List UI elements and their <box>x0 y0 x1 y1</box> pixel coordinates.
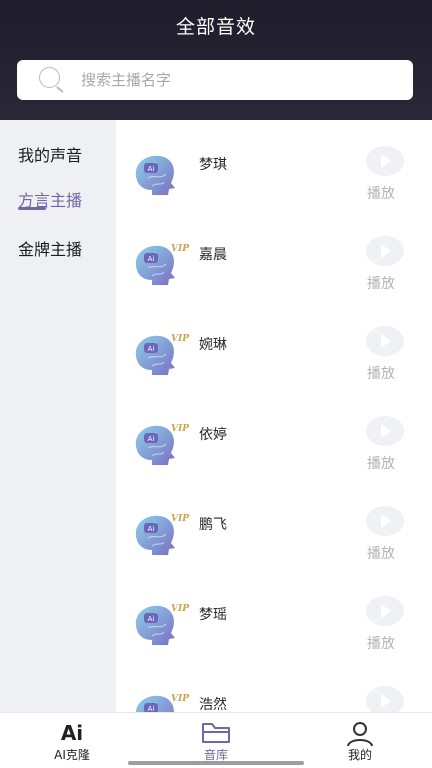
voice-avatar: Ai VIP <box>130 330 190 378</box>
play-icon[interactable] <box>366 686 404 712</box>
home-indicator <box>128 761 304 765</box>
svg-text:Ai: Ai <box>148 435 155 443</box>
play-label[interactable]: 播放 <box>367 453 395 473</box>
play-icon[interactable] <box>366 416 404 446</box>
search-input[interactable] <box>81 71 381 89</box>
bottom-tab-bar: Ai AI克隆 音库 我的 <box>0 712 432 768</box>
vip-badge: VIP <box>171 244 189 254</box>
page-title: 全部音效 <box>175 16 256 38</box>
svg-text:Ai: Ai <box>148 615 155 623</box>
sidebar-item-my-voices[interactable]: 我的声音 <box>18 142 82 166</box>
tab-label: AI克隆 <box>54 748 90 762</box>
voice-name: 嘉晨 <box>199 247 227 263</box>
svg-text:Ai: Ai <box>148 165 155 173</box>
search-icon <box>39 67 65 93</box>
voice-name: 梦琪 <box>199 157 227 173</box>
play-icon[interactable] <box>366 596 404 626</box>
vip-badge: VIP <box>171 514 189 524</box>
voice-list: Ai 梦琪 播放 Ai VIP 嘉晨 播放 Ai VIP 婉琳 播放 Ai VIP 依婷 播放 Ai VIP 鹏飞… <box>116 120 432 712</box>
vip-badge: VIP <box>171 334 189 344</box>
voice-name: 依婷 <box>199 427 227 443</box>
play-label[interactable]: 播放 <box>367 273 395 293</box>
vip-badge: VIP <box>171 424 189 434</box>
voice-avatar: Ai VIP <box>130 510 190 558</box>
voice-avatar: Ai VIP <box>130 420 190 468</box>
voice-name: 婉琳 <box>199 337 227 353</box>
play-icon[interactable] <box>366 146 404 176</box>
voice-avatar: Ai VIP <box>130 600 190 648</box>
tab-sound-library[interactable]: 音库 <box>144 713 288 768</box>
top-header: 全部音效 <box>0 0 432 120</box>
tab-label: 我的 <box>347 748 372 762</box>
svg-text:Ai: Ai <box>148 705 155 712</box>
play-label[interactable]: 播放 <box>367 543 395 563</box>
sidebar-item-gold-anchors[interactable]: 金牌主播 <box>18 236 82 260</box>
voice-row[interactable]: Ai 梦琪播放 <box>116 120 432 210</box>
tab-ai-clone[interactable]: Ai AI克隆 <box>0 713 144 768</box>
tab-mine[interactable]: 我的 <box>288 713 432 768</box>
ai-logo-icon: Ai <box>60 721 84 745</box>
active-category-indicator <box>18 207 46 210</box>
play-icon[interactable] <box>366 236 404 266</box>
vip-badge: VIP <box>171 604 189 614</box>
play-icon[interactable] <box>366 506 404 536</box>
voice-name: 浩然 <box>199 697 227 712</box>
search-bar[interactable] <box>17 60 413 100</box>
voice-row[interactable]: Ai VIP 嘉晨播放 <box>116 210 432 300</box>
voice-row[interactable]: Ai VIP 梦瑶播放 <box>116 570 432 660</box>
play-icon[interactable] <box>366 326 404 356</box>
voice-name: 鹏飞 <box>199 517 227 533</box>
voice-row[interactable]: Ai VIP 依婷播放 <box>116 390 432 480</box>
voice-avatar: Ai VIP <box>130 690 190 712</box>
svg-text:Ai: Ai <box>148 525 155 533</box>
voice-name: 梦瑶 <box>199 607 227 623</box>
voice-avatar: Ai <box>130 150 190 198</box>
voice-row[interactable]: Ai VIP 鹏飞播放 <box>116 480 432 570</box>
play-label[interactable]: 播放 <box>367 363 395 383</box>
svg-text:Ai: Ai <box>148 345 155 353</box>
voice-row[interactable]: AiVIP浩然播放 <box>116 660 432 712</box>
play-label[interactable]: 播放 <box>367 633 395 653</box>
play-label[interactable]: 播放 <box>367 183 395 203</box>
svg-text:Ai: Ai <box>148 255 155 263</box>
voice-avatar: Ai VIP <box>130 240 190 288</box>
folder-icon <box>201 721 231 749</box>
voice-row[interactable]: Ai VIP 婉琳播放 <box>116 300 432 390</box>
category-sidebar: 我的声音 方言主播 金牌主播 <box>0 120 116 712</box>
vip-badge: VIP <box>171 694 189 704</box>
